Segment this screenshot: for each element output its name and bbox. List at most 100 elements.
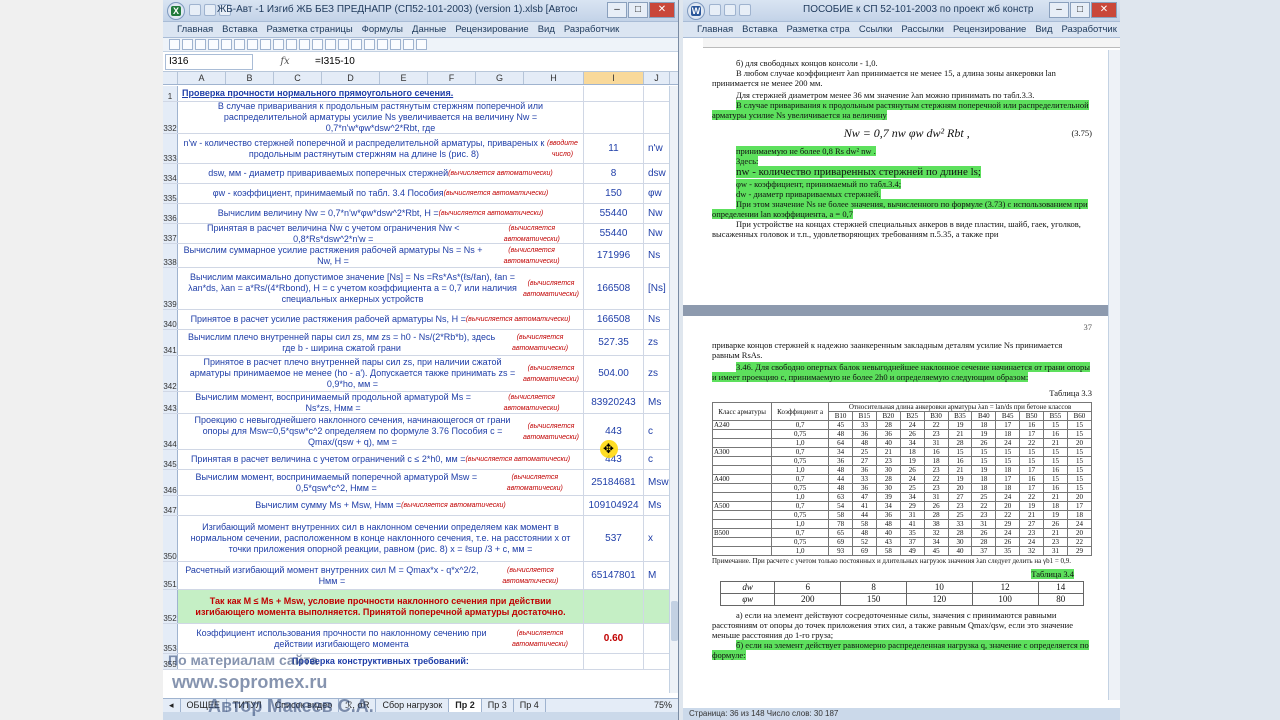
row-number[interactable]: 338 — [163, 244, 178, 267]
ribbon-tab[interactable]: Рассылки — [897, 22, 948, 37]
value-cell[interactable] — [584, 590, 644, 623]
toolbar-icon[interactable] — [286, 39, 297, 50]
ribbon-tab[interactable]: Разработчик — [560, 22, 623, 37]
unit-cell[interactable]: Nw — [644, 224, 670, 243]
value-cell[interactable]: 55440 — [584, 224, 644, 243]
column-header[interactable]: D — [322, 72, 380, 84]
toolbar-icon[interactable] — [260, 39, 271, 50]
ribbon-tab[interactable]: Рецензирование — [949, 22, 1030, 37]
ribbon-tab[interactable]: Разметка стра — [782, 22, 853, 37]
ribbon-tab[interactable]: Разметка страницы — [262, 22, 356, 37]
row-number[interactable]: 339 — [163, 268, 178, 309]
ribbon-tab[interactable]: Рецензирование — [451, 22, 532, 37]
value-cell[interactable] — [584, 86, 644, 101]
toolbar-icon[interactable] — [169, 39, 180, 50]
row-number[interactable]: 350 — [163, 516, 178, 561]
vertical-scrollbar[interactable] — [669, 86, 678, 693]
description-cell[interactable]: Вычислим суммарное усилие растяжения раб… — [178, 244, 584, 267]
maximize-button[interactable]: □ — [628, 2, 648, 18]
value-cell[interactable]: 166508 — [584, 268, 644, 309]
description-cell[interactable]: Коэффициент использования прочности по н… — [178, 624, 584, 653]
description-cell[interactable]: Расчетный изгибающий момент внутренних с… — [178, 562, 584, 589]
toolbar-icon[interactable] — [221, 39, 232, 50]
row-number[interactable]: 335 — [163, 184, 178, 203]
ribbon-tab[interactable]: Формулы — [358, 22, 407, 37]
row-number[interactable]: 347 — [163, 496, 178, 515]
row-number[interactable]: 344 — [163, 414, 178, 449]
save-icon[interactable] — [709, 4, 721, 16]
unit-cell[interactable]: Nw — [644, 204, 670, 223]
row-number[interactable]: 332 — [163, 102, 178, 133]
toolbar-icon[interactable] — [416, 39, 427, 50]
row-number[interactable]: 333 — [163, 134, 178, 163]
row-number[interactable]: 336 — [163, 204, 178, 223]
unit-cell[interactable]: Msw — [644, 470, 670, 495]
description-cell[interactable]: Проекцию с невыгоднейшего наклонного сеч… — [178, 414, 584, 449]
description-cell[interactable]: Вычислим сумму Ms + Msw, Нмм = (вычисляе… — [178, 496, 584, 515]
column-header[interactable]: A — [178, 72, 226, 84]
value-cell[interactable]: 8 — [584, 164, 644, 183]
unit-cell[interactable]: x — [644, 516, 670, 561]
unit-cell[interactable]: zs — [644, 356, 670, 391]
unit-cell[interactable]: c — [644, 450, 670, 469]
value-cell[interactable]: 150 — [584, 184, 644, 203]
column-header[interactable]: I — [584, 72, 644, 84]
toolbar-icon[interactable] — [208, 39, 219, 50]
value-cell[interactable]: 11 — [584, 134, 644, 163]
column-header[interactable]: J — [644, 72, 670, 84]
unit-cell[interactable]: φw — [644, 184, 670, 203]
ribbon-tab[interactable]: Главная — [693, 22, 737, 37]
unit-cell[interactable]: [Ns] — [644, 268, 670, 309]
unit-cell[interactable] — [644, 86, 670, 101]
value-cell[interactable]: 0.60 — [584, 624, 644, 653]
sheet-tab[interactable]: Сбор нагрузок — [376, 699, 450, 712]
unit-cell[interactable]: Ns — [644, 310, 670, 329]
column-header[interactable]: H — [524, 72, 584, 84]
toolbar-icon[interactable] — [364, 39, 375, 50]
value-cell[interactable]: 171996 — [584, 244, 644, 267]
row-number[interactable]: 343 — [163, 392, 178, 413]
toolbar-icon[interactable] — [273, 39, 284, 50]
description-cell[interactable]: Вычислим плечо внутренней пары сил zs, м… — [178, 330, 584, 355]
column-header[interactable]: F — [428, 72, 476, 84]
row-number[interactable]: 342 — [163, 356, 178, 391]
description-cell[interactable]: Вычислим момент, воспринимаемый поперечн… — [178, 470, 584, 495]
row-number[interactable]: 352 — [163, 590, 178, 623]
ribbon-tab[interactable]: Вставка — [738, 22, 781, 37]
toolbar-icon[interactable] — [325, 39, 336, 50]
description-cell[interactable]: dsw, мм - диаметр привариваемых поперечн… — [178, 164, 584, 183]
value-cell[interactable]: 25184681 — [584, 470, 644, 495]
ribbon-tab[interactable]: Разработчик — [1058, 22, 1121, 37]
column-header[interactable]: B — [226, 72, 274, 84]
column-header[interactable]: G — [476, 72, 524, 84]
toolbar-icon[interactable] — [312, 39, 323, 50]
description-cell[interactable]: Вычислим максимально допустимое значение… — [178, 268, 584, 309]
close-button[interactable]: ✕ — [649, 2, 675, 18]
row-number[interactable]: 334 — [163, 164, 178, 183]
toolbar-icon[interactable] — [403, 39, 414, 50]
value-cell[interactable]: 109104924 — [584, 496, 644, 515]
toolbar-icon[interactable] — [338, 39, 349, 50]
toolbar-icon[interactable] — [299, 39, 310, 50]
sheet-nav-icon[interactable]: ◂ — [163, 699, 181, 712]
toolbar-icon[interactable] — [390, 39, 401, 50]
fx-icon[interactable]: fx — [255, 56, 315, 67]
description-cell[interactable]: φw - коэффициент, принимаемый по табл. 3… — [178, 184, 584, 203]
unit-cell[interactable] — [644, 654, 670, 669]
column-header[interactable]: C — [274, 72, 322, 84]
toolbar-icon[interactable] — [234, 39, 245, 50]
zoom-level[interactable]: 75% — [648, 699, 678, 712]
description-cell[interactable]: Так как M ≤ Ms + Msw, условие прочности … — [178, 590, 584, 623]
toolbar-icon[interactable] — [182, 39, 193, 50]
ribbon-tab[interactable]: Вставка — [218, 22, 261, 37]
value-cell[interactable]: 55440 — [584, 204, 644, 223]
description-cell[interactable]: n'w - количество стержней поперечной и р… — [178, 134, 584, 163]
office-button-icon[interactable]: X — [167, 2, 185, 20]
office-button-icon[interactable]: W — [687, 2, 705, 20]
row-number[interactable]: 346 — [163, 470, 178, 495]
description-cell[interactable]: Вычислим величину Nw = 0,7*n'w*φw*dsw^2*… — [178, 204, 584, 223]
toolbar-icon[interactable] — [247, 39, 258, 50]
maximize-button[interactable]: □ — [1070, 2, 1090, 18]
description-cell[interactable]: Принятое в расчет усилие растяжения рабо… — [178, 310, 584, 329]
description-cell[interactable]: Вычислим момент, воспринимаемый продольн… — [178, 392, 584, 413]
